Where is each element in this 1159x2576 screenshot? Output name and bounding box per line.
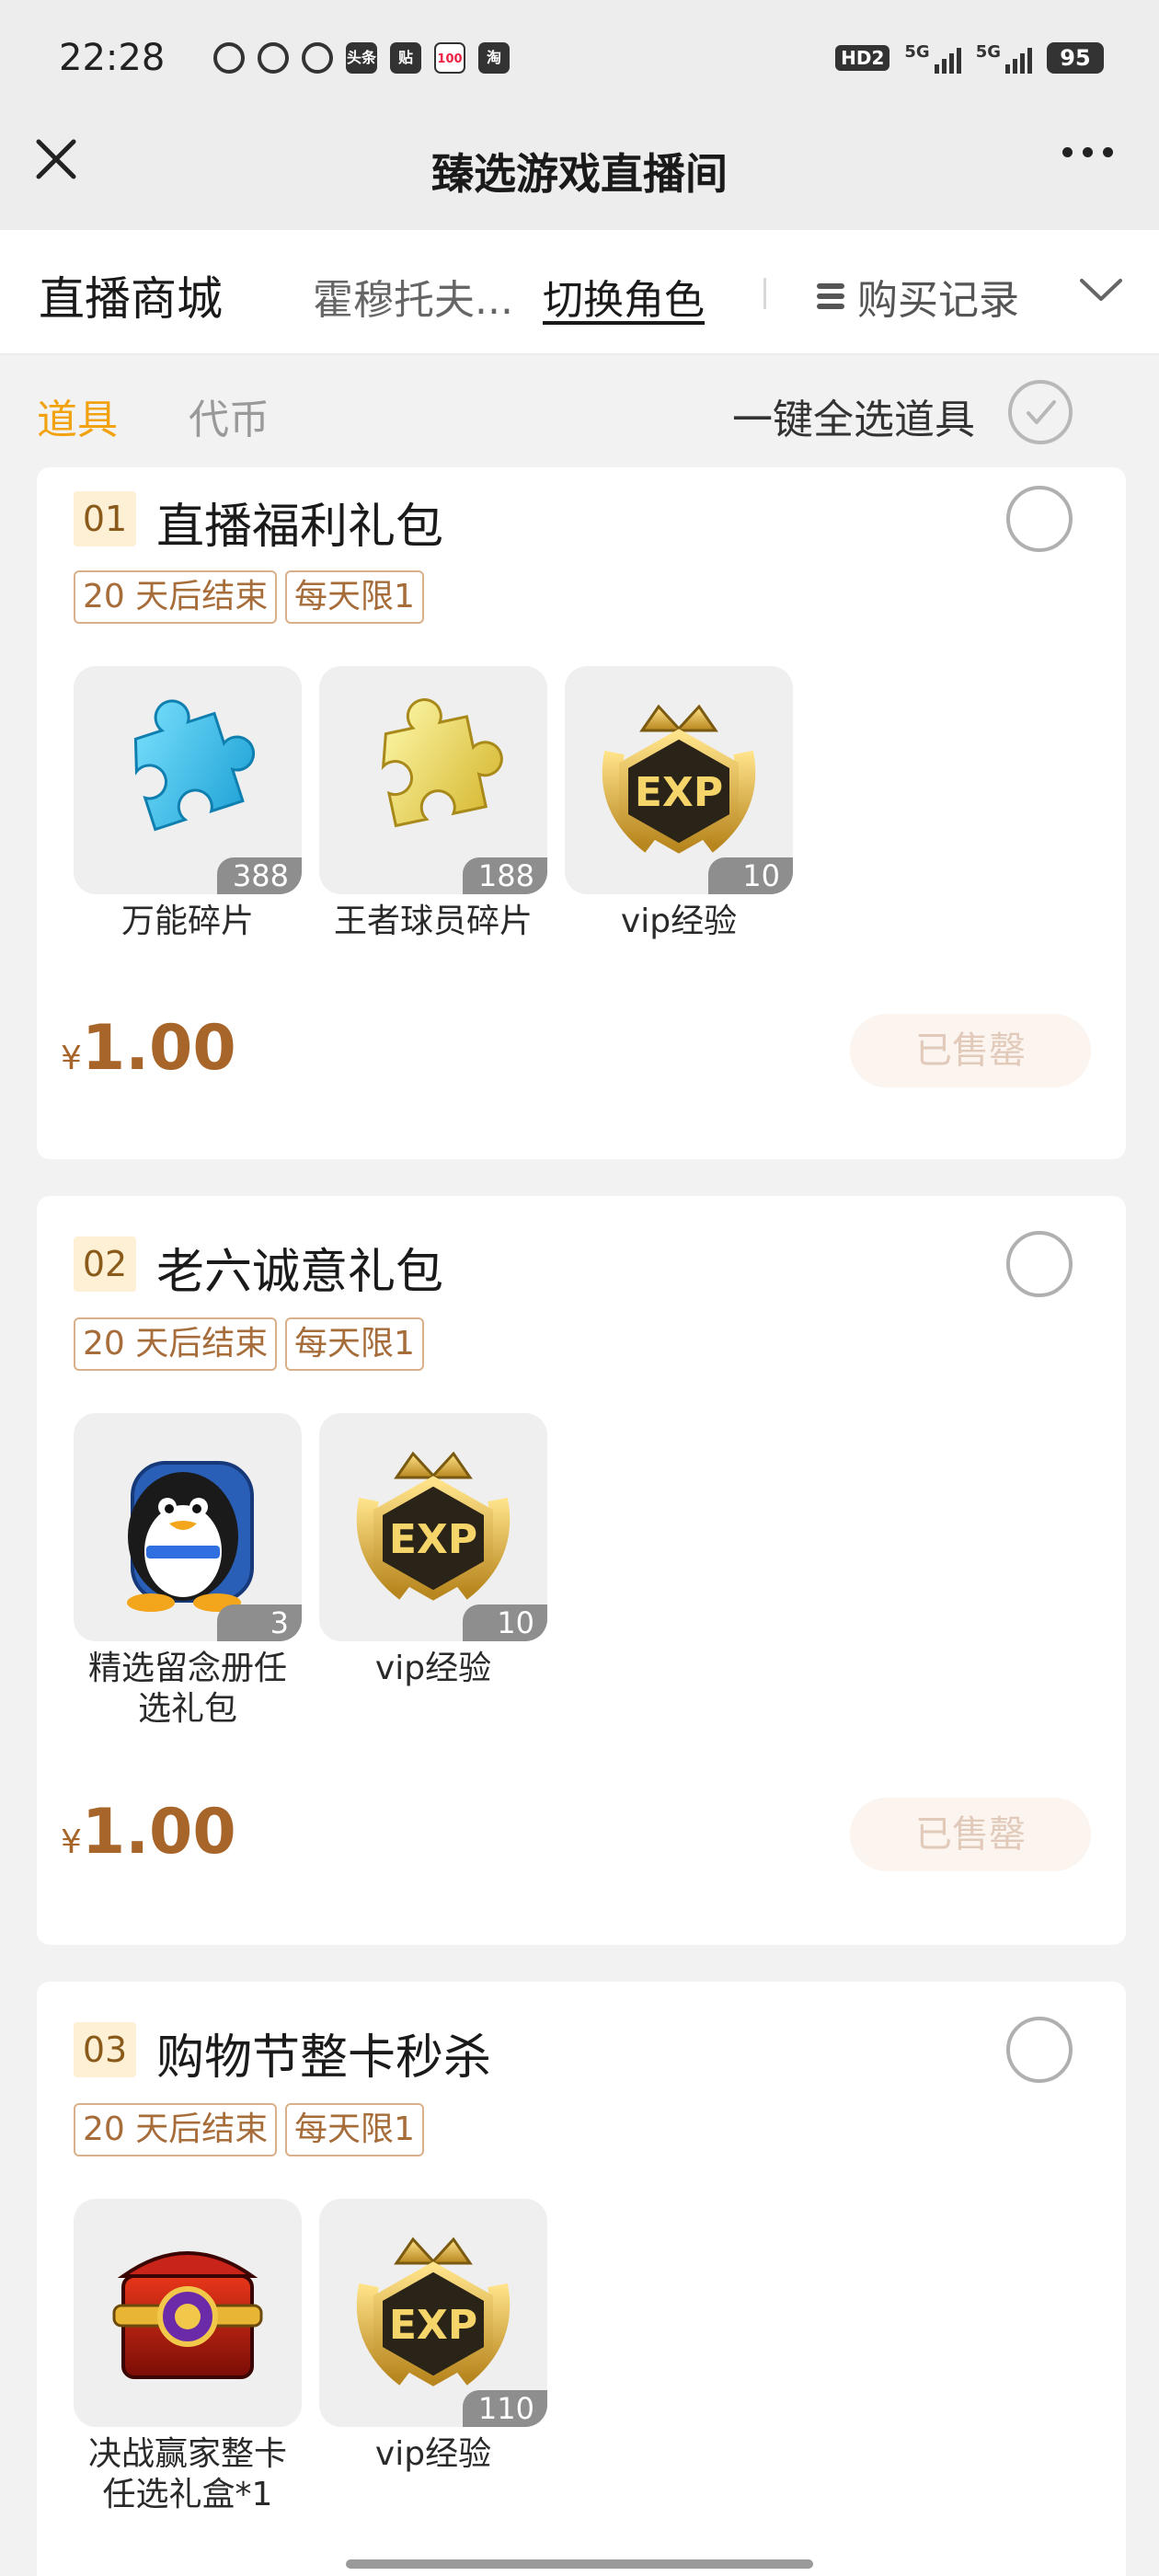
price-currency: ¥ bbox=[61, 1040, 82, 1077]
exp-badge-icon: EXP bbox=[356, 2237, 511, 2386]
taobao-icon: 淘 bbox=[478, 42, 510, 74]
package-title: 购物节整卡秒杀 bbox=[156, 2030, 492, 2086]
package-number: 02 bbox=[74, 1236, 136, 1292]
package-number: 01 bbox=[74, 491, 136, 546]
item-quantity: 110 bbox=[463, 2390, 547, 2427]
treasure-chest-icon bbox=[112, 2251, 263, 2379]
divider bbox=[763, 278, 766, 309]
status-indicators: HD2 5G 5G 95 bbox=[835, 42, 1104, 74]
chevron-down-icon[interactable] bbox=[1076, 271, 1126, 308]
weibo-icon bbox=[213, 42, 245, 74]
limit-tag: 每天限1 bbox=[285, 1317, 424, 1371]
tieba-icon: 贴 bbox=[390, 42, 421, 74]
blue-puzzle-icon bbox=[133, 699, 256, 832]
purchase-records-button[interactable]: 购买记录 bbox=[817, 267, 1019, 326]
price-value: 1.00 bbox=[81, 1796, 236, 1869]
item-name: vip经验 bbox=[620, 903, 738, 940]
item-name: 精选留念册任选礼包 bbox=[87, 1650, 287, 1728]
package-checkbox[interactable] bbox=[1006, 2017, 1073, 2083]
package-item[interactable]: EXP 110 vip经验 bbox=[319, 2199, 547, 2475]
item-name: 决战赢家整卡任选礼盒*1 bbox=[87, 2435, 287, 2513]
page-title: 臻选游戏直播间 bbox=[431, 149, 728, 199]
tabs-row bbox=[0, 356, 1159, 466]
signal-icon: 5G bbox=[976, 42, 1032, 74]
tiktok-icon bbox=[258, 42, 289, 74]
penguin-backpack-icon bbox=[127, 1461, 254, 1612]
limit-tag: 每天限1 bbox=[285, 570, 424, 624]
shop-title: 直播商城 bbox=[39, 272, 223, 326]
item-quantity: 10 bbox=[708, 857, 793, 894]
limit-tag: 每天限1 bbox=[285, 2103, 424, 2156]
battery-icon: 95 bbox=[1047, 42, 1104, 74]
status-time: 22:28 bbox=[59, 37, 166, 79]
package-number: 03 bbox=[74, 2022, 136, 2077]
package-item[interactable]: 388 万能碎片 bbox=[74, 666, 302, 942]
price-currency: ¥ bbox=[61, 1823, 82, 1861]
package-checkbox[interactable] bbox=[1006, 486, 1073, 552]
item-quantity: 3 bbox=[217, 1604, 302, 1641]
package-title: 老六诚意礼包 bbox=[156, 1245, 444, 1300]
package-title: 直播福利礼包 bbox=[156, 500, 444, 555]
price: ¥1.00 bbox=[61, 1796, 236, 1869]
price: ¥1.00 bbox=[61, 1012, 236, 1085]
list-icon bbox=[817, 283, 844, 309]
svg-text:EXP: EXP bbox=[635, 769, 723, 816]
signal-icon: 5G bbox=[904, 42, 961, 74]
role-name: 霍穆托夫... bbox=[313, 277, 513, 324]
more-icon[interactable] bbox=[1062, 147, 1113, 157]
item-name: 王者球员碎片 bbox=[333, 903, 533, 940]
exp-badge-icon: EXP bbox=[356, 1451, 511, 1601]
svg-text:EXP: EXP bbox=[389, 2302, 477, 2349]
item-quantity: 10 bbox=[463, 1604, 547, 1641]
item-name: 万能碎片 bbox=[120, 903, 254, 940]
package-checkbox[interactable] bbox=[1006, 1231, 1073, 1297]
package-item[interactable]: 决战赢家整卡任选礼盒*1 bbox=[74, 2199, 302, 2515]
package-item[interactable]: 188 王者球员碎片 bbox=[319, 666, 547, 942]
item-name: vip经验 bbox=[374, 2435, 492, 2473]
tab-items[interactable]: 道具 bbox=[37, 386, 118, 445]
package-item[interactable]: EXP 10 vip经验 bbox=[319, 1413, 547, 1689]
sold-out-button[interactable]: 已售罄 bbox=[850, 1014, 1091, 1087]
toutiao-icon: 头条 bbox=[346, 42, 377, 74]
home-indicator[interactable] bbox=[346, 2559, 813, 2569]
switch-role-link[interactable]: 切换角色 bbox=[543, 267, 705, 326]
item-quantity: 388 bbox=[217, 857, 302, 894]
package-item[interactable]: 3 精选留念册任选礼包 bbox=[74, 1413, 302, 1730]
hundred-icon: 100 bbox=[434, 42, 465, 74]
tab-currency[interactable]: 代币 bbox=[189, 386, 270, 445]
status-app-icons: 头条 贴 100 淘 bbox=[213, 42, 510, 74]
item-quantity: 188 bbox=[463, 857, 547, 894]
gold-puzzle-icon bbox=[381, 698, 503, 828]
end-time-tag: 20 天后结束 bbox=[74, 570, 278, 624]
package-item[interactable]: EXP 10 vip经验 bbox=[565, 666, 793, 942]
hd-voice-icon: HD2 bbox=[835, 45, 890, 71]
select-all-checkbox[interactable] bbox=[1008, 380, 1073, 444]
item-name: vip经验 bbox=[374, 1650, 492, 1687]
play-icon bbox=[302, 42, 333, 74]
end-time-tag: 20 天后结束 bbox=[74, 1317, 278, 1371]
purchase-records-label: 购买记录 bbox=[857, 277, 1019, 324]
exp-badge-icon: EXP bbox=[602, 704, 756, 854]
select-all-label[interactable]: 一键全选道具 bbox=[732, 386, 975, 445]
svg-text:EXP: EXP bbox=[389, 1516, 477, 1563]
end-time-tag: 20 天后结束 bbox=[74, 2103, 278, 2156]
sold-out-button[interactable]: 已售罄 bbox=[850, 1798, 1091, 1871]
price-value: 1.00 bbox=[81, 1012, 236, 1085]
